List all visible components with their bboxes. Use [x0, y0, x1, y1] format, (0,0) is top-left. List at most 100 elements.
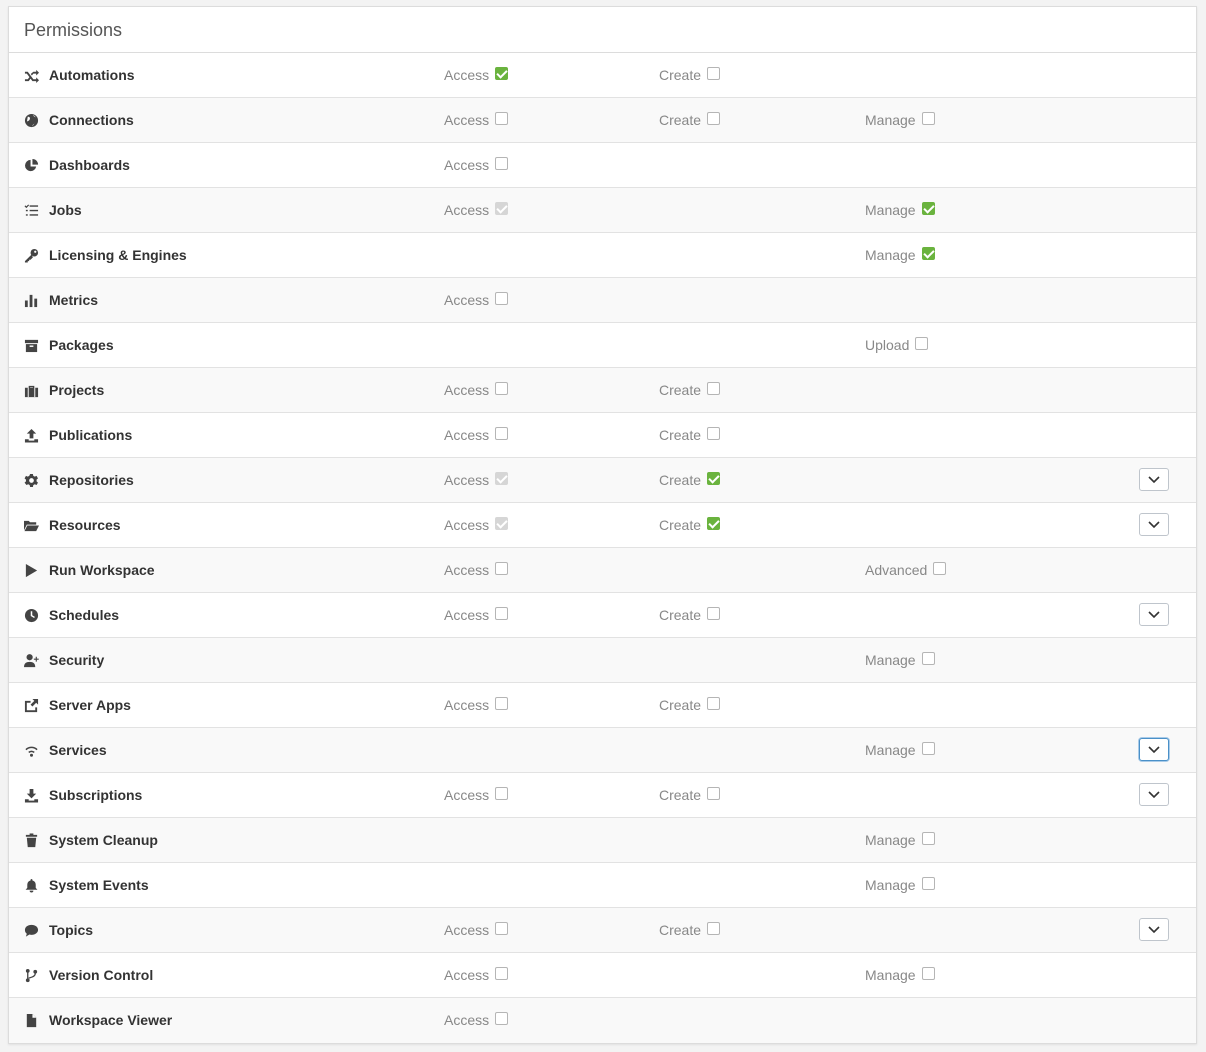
perm-create[interactable]: Create: [659, 908, 721, 952]
perm-access-checkbox[interactable]: [495, 156, 509, 170]
perm-create[interactable]: Create: [659, 413, 721, 457]
expand-button[interactable]: [1139, 603, 1169, 626]
perm-manage[interactable]: Manage: [865, 863, 935, 907]
perm-access[interactable]: Access: [444, 98, 509, 142]
code-branch-icon: [23, 967, 39, 983]
perm-manage[interactable]: Manage: [865, 728, 935, 772]
perm-create-checkbox[interactable]: [707, 426, 721, 440]
perm-manage-checkbox[interactable]: [921, 876, 935, 890]
perm-manage-checkbox[interactable]: [921, 246, 935, 260]
perm-access[interactable]: Access: [444, 773, 509, 817]
perm-manage[interactable]: Upload: [865, 323, 929, 367]
perm-create[interactable]: Create: [659, 368, 721, 412]
perm-access[interactable]: Access: [444, 548, 509, 592]
perm-manage-checkbox[interactable]: [921, 111, 935, 125]
perm-access[interactable]: Access: [444, 683, 509, 727]
perm-access[interactable]: Access: [444, 593, 509, 637]
perm-access-checkbox[interactable]: [495, 606, 509, 620]
permission-name: System Cleanup: [49, 832, 158, 848]
expand-button[interactable]: [1139, 918, 1169, 941]
perm-create-label: Create: [659, 922, 702, 938]
perm-access-checkbox[interactable]: [495, 291, 509, 305]
perm-manage[interactable]: Manage: [865, 233, 935, 277]
perm-access-checkbox[interactable]: [495, 66, 509, 80]
perm-access[interactable]: Access: [444, 278, 509, 322]
perm-create[interactable]: Create: [659, 683, 721, 727]
perm-manage-checkbox[interactable]: [921, 966, 935, 980]
perm-manage[interactable]: Manage: [865, 953, 935, 997]
permission-name: Metrics: [49, 292, 99, 308]
perm-access[interactable]: Access: [444, 908, 509, 952]
perm-access-label: Access: [444, 112, 490, 128]
perm-access-checkbox[interactable]: [495, 921, 509, 935]
permission-name: Connections: [49, 112, 134, 128]
permission-name: Topics: [49, 922, 94, 938]
perm-manage-checkbox[interactable]: [933, 561, 947, 575]
perm-manage-label: Manage: [865, 742, 916, 758]
perm-manage[interactable]: Manage: [865, 638, 935, 682]
perm-access-checkbox[interactable]: [495, 696, 509, 710]
expand-button[interactable]: [1139, 513, 1169, 536]
perm-create[interactable]: Create: [659, 593, 721, 637]
perm-access-label: Access: [444, 157, 490, 173]
perm-access-checkbox[interactable]: [495, 426, 509, 440]
perm-create-checkbox[interactable]: [707, 606, 721, 620]
perm-create[interactable]: Create: [659, 458, 721, 502]
perm-access-label: Access: [444, 427, 490, 443]
chevron-down-icon: [1148, 475, 1160, 483]
perm-create-checkbox[interactable]: [707, 66, 721, 80]
perm-manage-checkbox[interactable]: [915, 336, 929, 350]
perm-access[interactable]: Access: [444, 413, 509, 457]
key-icon: [23, 247, 39, 263]
perm-create-label: Create: [659, 517, 702, 533]
perm-access[interactable]: Access: [444, 953, 509, 997]
chevron-down-icon: [1148, 520, 1160, 528]
perm-access-label: Access: [444, 922, 490, 938]
perm-access[interactable]: Access: [444, 998, 509, 1042]
perm-access-label: Access: [444, 202, 490, 218]
expand-button[interactable]: [1139, 738, 1169, 761]
perm-manage-label: Manage: [865, 112, 916, 128]
perm-access-checkbox[interactable]: [495, 111, 509, 125]
perm-access[interactable]: Access: [444, 503, 509, 547]
perm-create-checkbox[interactable]: [707, 111, 721, 125]
perm-manage-label: Manage: [865, 832, 916, 848]
perm-access[interactable]: Access: [444, 458, 509, 502]
perm-access-checkbox[interactable]: [495, 381, 509, 395]
perm-create-checkbox[interactable]: [707, 696, 721, 710]
perm-manage-checkbox[interactable]: [921, 831, 935, 845]
perm-create-checkbox[interactable]: [707, 921, 721, 935]
perm-create[interactable]: Create: [659, 503, 721, 547]
perm-create[interactable]: Create: [659, 98, 721, 142]
perm-access-checkbox[interactable]: [495, 561, 509, 575]
perm-manage-checkbox[interactable]: [921, 651, 935, 665]
perm-manage-checkbox[interactable]: [921, 741, 935, 755]
perm-access[interactable]: Access: [444, 53, 509, 97]
perm-manage[interactable]: Advanced: [865, 548, 947, 592]
perm-access[interactable]: Access: [444, 143, 509, 187]
perm-access[interactable]: Access: [444, 368, 509, 412]
expand-button[interactable]: [1139, 783, 1169, 806]
perm-create-checkbox[interactable]: [707, 516, 721, 530]
perm-create-label: Create: [659, 787, 702, 803]
permission-row: Connections Access Create Manage: [9, 98, 1196, 143]
perm-manage-label: Upload: [865, 337, 910, 353]
expand-button[interactable]: [1139, 468, 1169, 491]
perm-create-checkbox[interactable]: [707, 381, 721, 395]
perm-access-checkbox[interactable]: [495, 966, 509, 980]
perm-create-label: Create: [659, 607, 702, 623]
permissions-list: Automations Access Create Connections Access…: [9, 53, 1196, 1043]
perm-manage[interactable]: Manage: [865, 188, 935, 232]
perm-manage[interactable]: Manage: [865, 98, 935, 142]
perm-access[interactable]: Access: [444, 188, 509, 232]
list-icon: [23, 202, 39, 218]
perm-create-checkbox[interactable]: [707, 471, 721, 485]
perm-create[interactable]: Create: [659, 53, 721, 97]
perm-manage-checkbox[interactable]: [921, 201, 935, 215]
permission-name: Security: [49, 652, 105, 668]
perm-access-checkbox[interactable]: [495, 1011, 509, 1025]
perm-create[interactable]: Create: [659, 773, 721, 817]
perm-create-checkbox[interactable]: [707, 786, 721, 800]
perm-manage[interactable]: Manage: [865, 818, 935, 862]
perm-access-checkbox[interactable]: [495, 786, 509, 800]
